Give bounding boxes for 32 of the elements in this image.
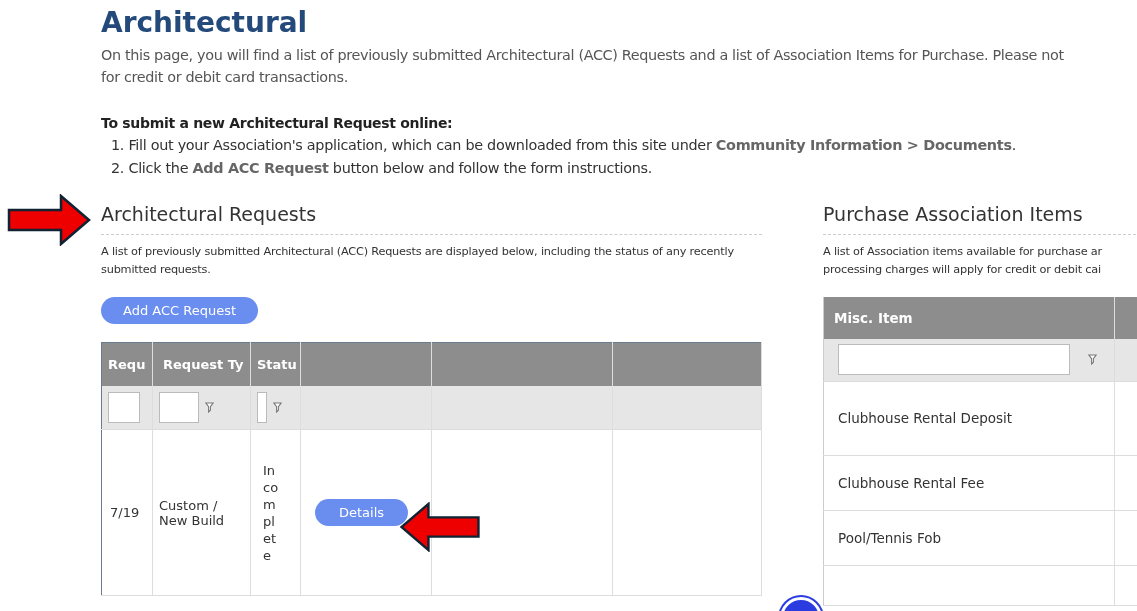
filter-field[interactable] xyxy=(257,391,267,423)
add-request-button[interactable]: Add ACC Request xyxy=(101,297,259,324)
filter-field[interactable] xyxy=(108,391,140,423)
table-cell: Incomplete xyxy=(250,429,301,596)
table-cell: Clubhouse Rental Deposit xyxy=(823,381,1115,455)
filter-icon[interactable] xyxy=(205,401,214,413)
column-header: Request Ty xyxy=(152,342,251,386)
page-title: Architectural xyxy=(101,6,309,40)
table-cell: Pool/Tennis Fob xyxy=(823,510,1115,565)
column-header: Misc. Item xyxy=(823,297,1115,339)
section-heading: Architectural Requests xyxy=(101,194,762,235)
section-description: A list of Association items available for purchase ar xyxy=(823,244,1103,260)
table-cell: Custom / New Build xyxy=(152,429,251,596)
intro-text: for credit or debit card transactions. xyxy=(101,68,349,87)
filter-icon[interactable] xyxy=(273,401,282,413)
instructions-heading: To submit a new Architectural Request online: xyxy=(101,114,454,133)
column-header: Statu xyxy=(250,342,301,386)
instruction-step: 2. Click the Add ACC Request button below and follow the form instructions. xyxy=(101,157,1137,180)
section-description: processing charges will apply for credit or debit cai xyxy=(823,262,1103,278)
arrow-icon xyxy=(399,502,481,552)
details-button[interactable]: Details xyxy=(315,499,409,526)
table-cell: 7/19 xyxy=(101,429,153,596)
column-header: Requ xyxy=(101,342,153,386)
section-heading: Purchase Association Items xyxy=(823,194,1137,235)
filter-field[interactable] xyxy=(838,344,1070,376)
filter-field[interactable] xyxy=(159,391,199,423)
section-description: A list of previously submitted Architectural (ACC) Requests are displayed below, including the status of any recently submitted requests. xyxy=(101,244,735,278)
instruction-step: 1. Fill out your Association's application, which can be downloaded from this site under Community Information > Documents. xyxy=(101,134,1137,157)
filter-icon[interactable] xyxy=(1088,354,1097,366)
arrow-icon xyxy=(7,194,91,246)
table-cell: Clubhouse Rental Fee xyxy=(823,455,1115,510)
intro-text: On this page, you will find a list of previously submitted Architectural (ACC) Requests and a list of Association Items for Purchase. Please not xyxy=(101,46,1065,65)
